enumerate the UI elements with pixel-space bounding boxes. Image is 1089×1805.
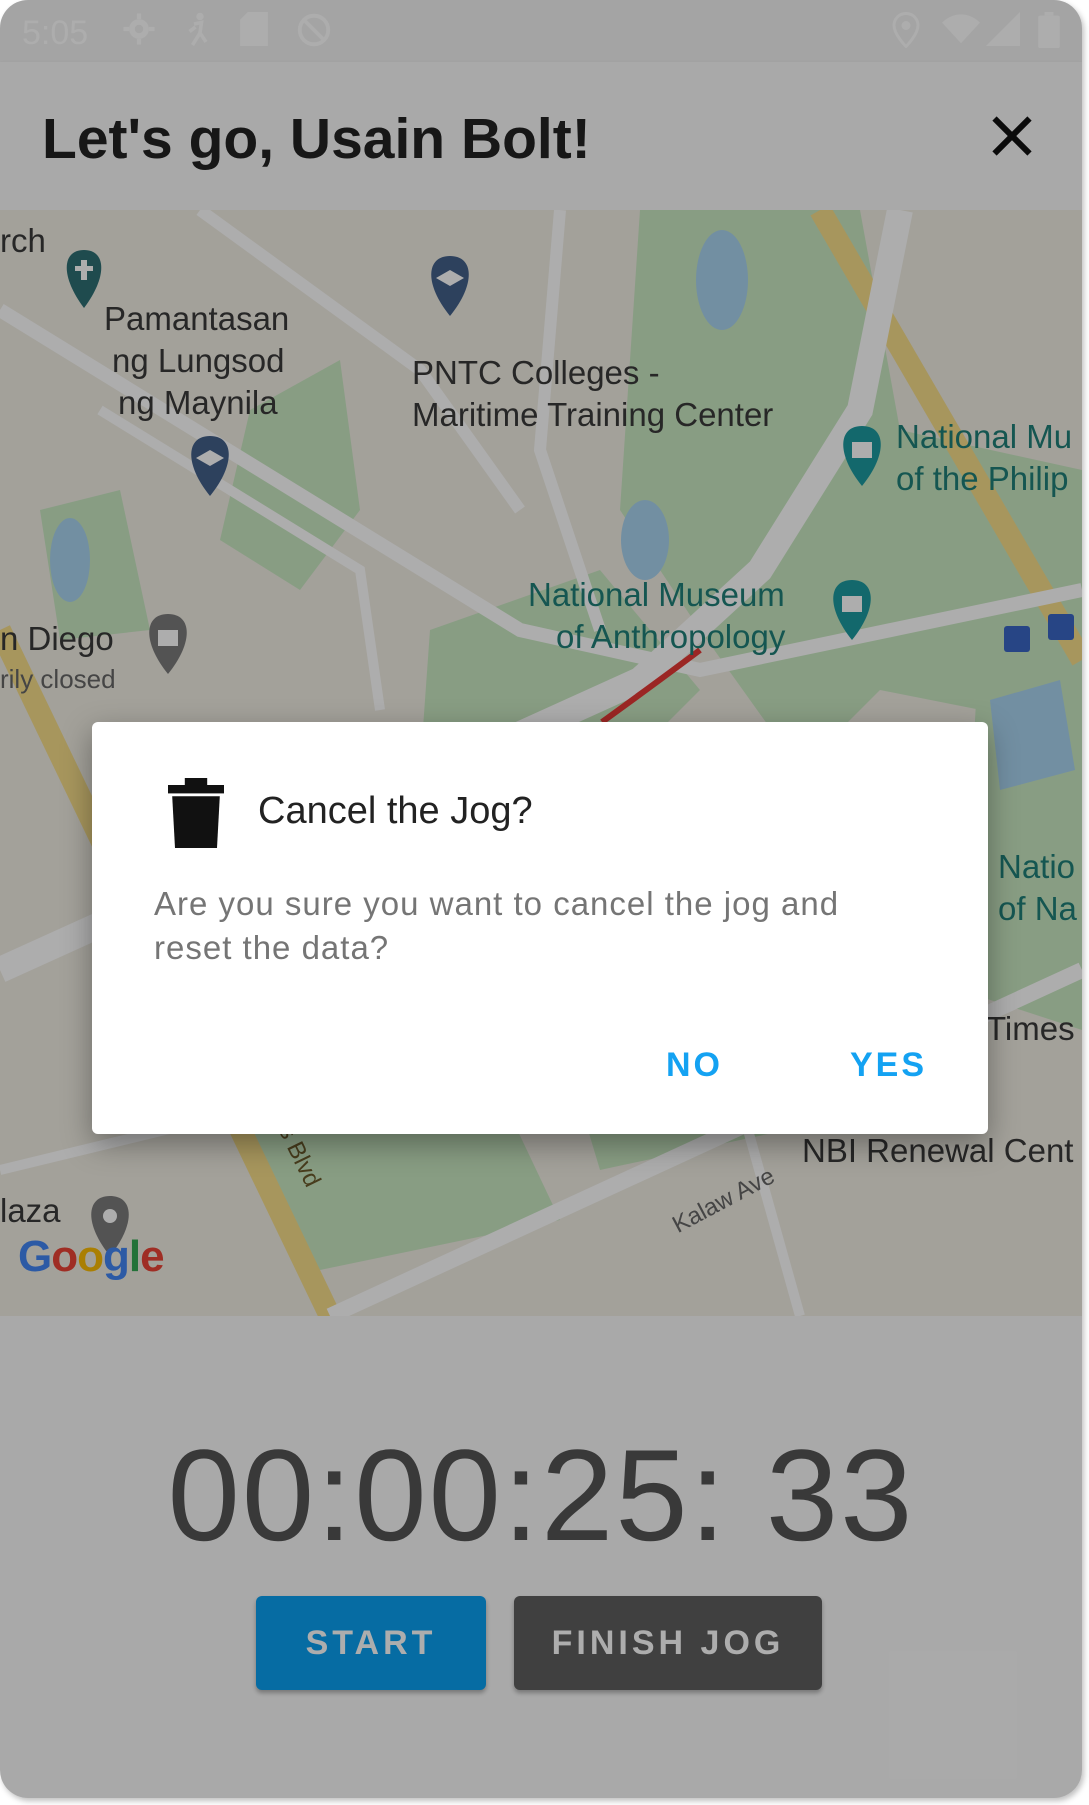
phone-screen: 5:05 Let's go, Usain Bolt! rch Pamantasa… [0,0,1082,1798]
yes-button[interactable]: YES [840,1040,937,1091]
cancel-jog-dialog: Cancel the Jog? Are you sure you want to… [92,722,988,1134]
trash-icon [168,778,224,853]
no-button[interactable]: NO [656,1040,733,1091]
dialog-message: Are you sure you want to cancel the jog … [154,885,840,966]
dialog-title: Cancel the Jog? [258,790,533,832]
